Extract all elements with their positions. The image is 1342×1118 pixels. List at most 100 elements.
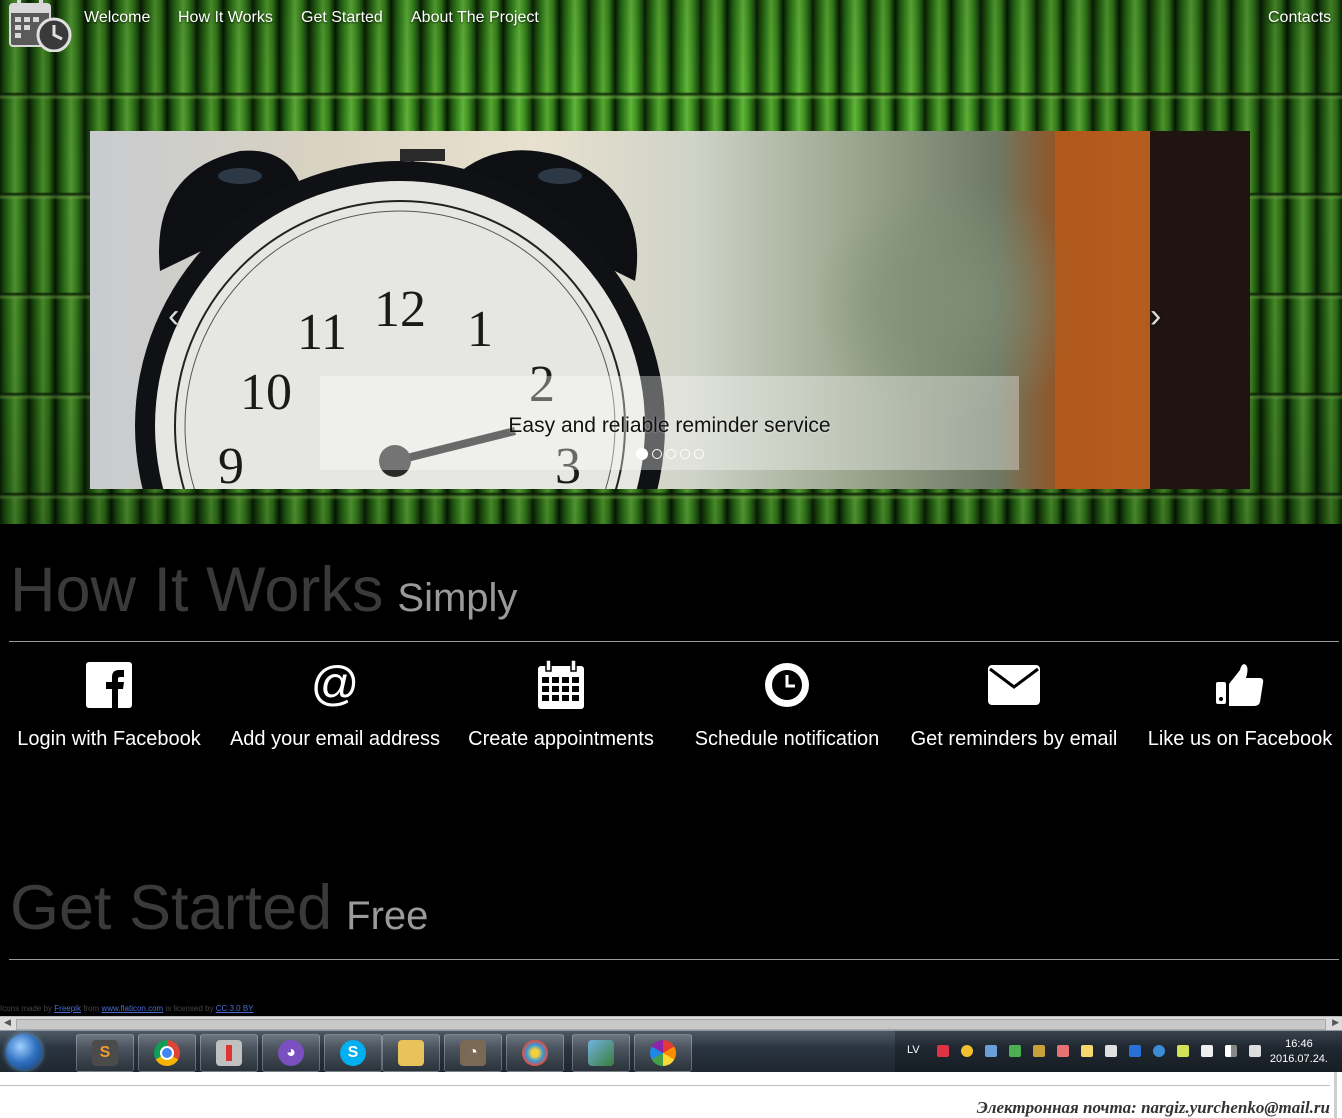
clock-icon xyxy=(674,660,900,710)
gimp-icon: ◔ xyxy=(460,1040,486,1066)
get-started-subtitle: Free xyxy=(346,894,429,938)
picasa-icon xyxy=(650,1040,676,1066)
step-like-facebook: Like us on Facebook xyxy=(1127,660,1342,751)
step-label: Add your email address xyxy=(229,728,441,750)
sublime-text-icon: S xyxy=(92,1040,118,1066)
taskbar-sublime-text[interactable]: S xyxy=(76,1034,134,1072)
paint-palette-icon xyxy=(522,1040,548,1066)
svg-text:10: 10 xyxy=(240,364,292,421)
step-label: Schedule notification xyxy=(694,728,880,750)
footer-divider xyxy=(0,1085,1330,1086)
nav-get-started[interactable]: Get Started xyxy=(301,9,383,27)
how-it-works-title: How It Works xyxy=(10,555,384,625)
taskbar-file-explorer[interactable] xyxy=(382,1034,440,1072)
at-sign-icon: @ xyxy=(310,658,360,711)
step-create-appointments: Create appointments xyxy=(448,660,674,751)
chrome-icon xyxy=(154,1040,180,1066)
flaticon-link[interactable]: www.flaticon.com xyxy=(101,1004,163,1013)
nav-about-project[interactable]: About The Project xyxy=(411,9,539,27)
signal-icon[interactable] xyxy=(1225,1045,1237,1057)
calendar-icon xyxy=(448,660,674,710)
flag-icon[interactable] xyxy=(1105,1045,1117,1057)
system-tray: LV 16:46 2016.07.24. xyxy=(895,1031,1342,1073)
credit-text: Icons made by xyxy=(0,1004,53,1013)
how-it-works-heading: How It Works Simply xyxy=(10,554,517,626)
horizontal-scrollbar[interactable]: ◀ ▶ xyxy=(0,1016,1342,1031)
image-carousel: 12 1 2 3 11 10 9 ‹ › Easy and reliable r… xyxy=(90,131,1250,489)
tray-app-icon[interactable] xyxy=(1009,1045,1021,1057)
windows-taskbar: S ◕ S ◔ LV 16:46 2016.07.24. xyxy=(0,1030,1342,1073)
package-icon[interactable] xyxy=(1033,1045,1045,1057)
tray-app-icon[interactable] xyxy=(1177,1045,1189,1057)
get-started-heading: Get Started Free xyxy=(10,872,428,944)
folder-icon xyxy=(398,1040,424,1066)
tray-app-icon[interactable] xyxy=(1081,1045,1093,1057)
freepik-link[interactable]: Freepik xyxy=(54,1004,81,1013)
taskbar-gimp[interactable]: ◔ xyxy=(444,1034,502,1072)
language-indicator[interactable]: LV xyxy=(907,1044,920,1056)
step-label: Login with Facebook xyxy=(17,728,201,750)
svg-text:11: 11 xyxy=(297,304,347,361)
carousel-caption: Easy and reliable reminder service xyxy=(508,414,831,437)
battery-icon[interactable] xyxy=(1201,1045,1213,1057)
volume-icon[interactable] xyxy=(1249,1045,1261,1057)
gift-icon[interactable] xyxy=(1057,1045,1069,1057)
step-label: Get reminders by email xyxy=(910,728,1118,750)
taskbar-photo-viewer[interactable] xyxy=(572,1034,630,1072)
taskbar-paint[interactable] xyxy=(506,1034,564,1072)
page-footer: Электронная почта: nargiz.yurchenko@mail… xyxy=(0,1072,1342,1118)
volume-muted-icon[interactable] xyxy=(937,1045,949,1057)
carousel-indicator-2[interactable] xyxy=(651,448,662,459)
clock-date: 2016.07.24. xyxy=(1269,1053,1328,1065)
smiley-icon[interactable] xyxy=(961,1045,973,1057)
taskbar-picasa[interactable] xyxy=(634,1034,692,1072)
section-divider xyxy=(9,959,1339,960)
nav-how-it-works[interactable]: How It Works xyxy=(178,9,273,27)
nav-welcome[interactable]: Welcome xyxy=(84,9,150,27)
taskbar-github-desktop[interactable]: ◕ xyxy=(262,1034,320,1072)
bluetooth-icon[interactable] xyxy=(1129,1045,1141,1057)
skype-icon: S xyxy=(340,1040,366,1066)
section-divider xyxy=(9,641,1339,642)
get-started-title: Get Started xyxy=(10,873,333,943)
clock-time: 16:46 xyxy=(1285,1038,1313,1050)
photo-viewer-icon xyxy=(588,1040,614,1066)
facebook-icon xyxy=(0,660,222,710)
svg-text:12: 12 xyxy=(374,281,426,338)
carousel-caption-box: Easy and reliable reminder service xyxy=(320,376,1019,470)
top-navbar: Welcome How It Works Get Started About T… xyxy=(0,0,1342,53)
envelope-icon xyxy=(901,660,1127,710)
carousel-next-arrow[interactable]: › xyxy=(1150,299,1161,333)
start-button[interactable] xyxy=(6,1034,42,1070)
search-icon[interactable] xyxy=(985,1045,997,1057)
carousel-indicator-4[interactable] xyxy=(679,448,690,459)
nav-contacts[interactable]: Contacts xyxy=(1268,9,1331,27)
credit-text: is licensed by xyxy=(165,1004,214,1013)
icon-credit: Icons made by Freepik from www.flaticon.… xyxy=(0,1004,254,1013)
taskbar-chrome[interactable] xyxy=(138,1034,196,1072)
license-link[interactable]: CC 3.0 BY xyxy=(216,1004,254,1013)
contact-email: Электронная почта: nargiz.yurchenko@mail… xyxy=(976,1098,1330,1117)
scroll-left-arrow-icon[interactable]: ◀ xyxy=(4,1017,11,1028)
sync-icon[interactable] xyxy=(1153,1045,1165,1057)
credit-text: from xyxy=(83,1004,100,1013)
step-label: Create appointments xyxy=(468,728,654,750)
scroll-right-arrow-icon[interactable]: ▶ xyxy=(1332,1017,1339,1028)
carousel-indicators xyxy=(320,445,1019,463)
step-get-reminders: Get reminders by email xyxy=(901,660,1127,751)
step-schedule-notification: Schedule notification xyxy=(674,660,900,751)
taskbar-skype[interactable]: S xyxy=(324,1034,382,1072)
window-edge xyxy=(1334,1072,1337,1118)
carousel-prev-arrow[interactable]: ‹ xyxy=(168,299,179,333)
taskbar-clock[interactable]: 16:46 2016.07.24. xyxy=(1270,1037,1328,1067)
step-login-facebook: Login with Facebook xyxy=(0,660,222,751)
calendar-clock-logo-icon[interactable] xyxy=(8,0,74,53)
carousel-indicator-5[interactable] xyxy=(693,448,704,459)
scrollbar-thumb[interactable] xyxy=(16,1019,1326,1030)
carousel-indicator-3[interactable] xyxy=(665,448,676,459)
step-add-email: @ Add your email address xyxy=(222,660,448,751)
taskbar-joystick[interactable] xyxy=(200,1034,258,1072)
joystick-icon xyxy=(216,1040,242,1066)
svg-text:9: 9 xyxy=(218,438,244,489)
carousel-indicator-1[interactable] xyxy=(635,447,648,460)
